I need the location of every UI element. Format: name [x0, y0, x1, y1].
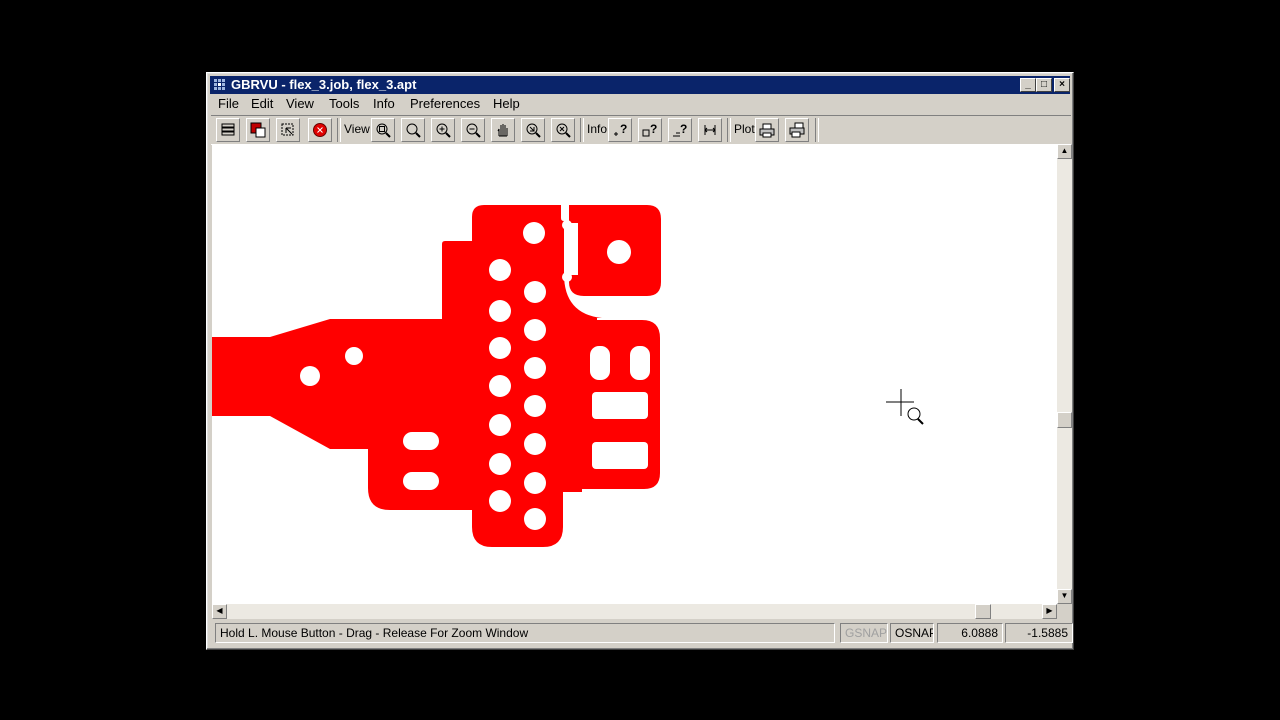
print-button[interactable] — [755, 118, 779, 142]
close-button[interactable]: × — [1054, 78, 1070, 92]
layers-icon — [221, 123, 235, 136]
status-bar: Hold L. Mouse Button - Drag - Release Fo… — [211, 622, 1073, 644]
pcb-board-view — [212, 205, 924, 547]
x-coordinate: 6.0888 — [937, 623, 1003, 643]
toolbar: View Info ? ? ? Plot — [211, 115, 1071, 145]
maximize-icon: □ — [1040, 79, 1048, 90]
menu-tools[interactable]: Tools — [329, 96, 359, 111]
stop-icon — [313, 123, 327, 137]
scroll-right-button[interactable]: ▶ — [1042, 604, 1057, 619]
measure-button[interactable] — [698, 118, 722, 142]
zoom-out-icon — [466, 123, 481, 138]
color-layers-button[interactable] — [246, 118, 270, 142]
zoom-cursor-icon — [886, 389, 924, 425]
svg-text:?: ? — [650, 122, 657, 136]
plot-setup-button[interactable] — [785, 118, 809, 142]
gsnap-indicator[interactable]: GSNAP — [840, 623, 888, 643]
menu-help[interactable]: Help — [493, 96, 520, 111]
print-icon — [759, 123, 775, 138]
horizontal-scrollbar[interactable]: ◀ ▶ — [212, 604, 1057, 619]
stop-button[interactable] — [308, 118, 332, 142]
query-net-button[interactable]: ? — [668, 118, 692, 142]
view-label: View — [344, 122, 370, 136]
query-object-button[interactable]: ? — [608, 118, 632, 142]
zoom-window-button[interactable] — [371, 118, 395, 142]
menu-info[interactable]: Info — [373, 96, 395, 111]
zoom-in-button[interactable] — [431, 118, 455, 142]
plot-setup-icon — [789, 122, 805, 138]
query-aperture-icon: ? — [642, 122, 657, 137]
zoom-redraw-button[interactable] — [551, 118, 575, 142]
minimize-button[interactable]: _ — [1020, 78, 1036, 92]
zoom-out-button[interactable] — [461, 118, 485, 142]
pan-button[interactable] — [491, 118, 515, 142]
menu-view[interactable]: View — [286, 96, 314, 111]
scroll-left-button[interactable]: ◀ — [212, 604, 227, 619]
select-button[interactable] — [276, 118, 300, 142]
info-label: Info — [587, 122, 608, 136]
toolbar-separator — [580, 118, 584, 142]
svg-text:?: ? — [680, 122, 687, 136]
menu-preferences[interactable]: Preferences — [410, 96, 480, 111]
plot-label: Plot — [734, 122, 755, 136]
zoom-fit-button[interactable] — [401, 118, 425, 142]
maximize-button[interactable]: □ — [1036, 78, 1052, 92]
zoom-in-icon — [436, 123, 451, 138]
vertical-scrollbar[interactable]: ▲ ▼ — [1057, 144, 1072, 604]
menu-edit[interactable]: Edit — [251, 96, 273, 111]
query-object-icon: ? — [614, 122, 627, 136]
zoom-window-icon — [376, 123, 391, 138]
app-icon — [213, 78, 227, 92]
close-icon: × — [1059, 79, 1065, 90]
toolbar-separator — [337, 118, 341, 142]
zoom-previous-button[interactable] — [521, 118, 545, 142]
query-aperture-button[interactable]: ? — [638, 118, 662, 142]
zoom-redraw-icon — [556, 123, 571, 138]
window-title: GBRVU - flex_3.job, flex_3.apt — [231, 77, 417, 92]
scroll-up-button[interactable]: ▲ — [1057, 144, 1072, 159]
svg-text:?: ? — [620, 122, 627, 136]
zoom-previous-icon — [526, 123, 541, 138]
color-layers-icon — [250, 122, 266, 138]
layers-button[interactable] — [216, 118, 240, 142]
menu-file[interactable]: File — [218, 96, 239, 111]
scroll-down-button[interactable]: ▼ — [1057, 589, 1072, 604]
status-message: Hold L. Mouse Button - Drag - Release Fo… — [215, 623, 835, 643]
pan-icon — [497, 124, 508, 137]
drawing-canvas[interactable] — [212, 144, 1057, 604]
vertical-scroll-thumb[interactable] — [1057, 412, 1072, 428]
query-net-icon: ? — [673, 122, 687, 137]
y-coordinate: -1.5885 — [1005, 623, 1073, 643]
app-window: GBRVU - flex_3.job, flex_3.apt _ □ × Fil… — [206, 72, 1074, 650]
zoom-fit-icon — [406, 123, 421, 138]
toolbar-separator — [815, 118, 819, 142]
measure-icon — [704, 125, 716, 135]
select-icon — [281, 123, 294, 136]
horizontal-scroll-thumb[interactable] — [975, 604, 991, 619]
title-bar[interactable]: GBRVU - flex_3.job, flex_3.apt _ □ × — [210, 76, 1070, 94]
menu-bar: File Edit View Tools Info Preferences He… — [210, 95, 1070, 113]
minimize-icon: _ — [1025, 79, 1031, 90]
toolbar-separator — [727, 118, 731, 142]
osnap-indicator[interactable]: OSNAP — [890, 623, 934, 643]
